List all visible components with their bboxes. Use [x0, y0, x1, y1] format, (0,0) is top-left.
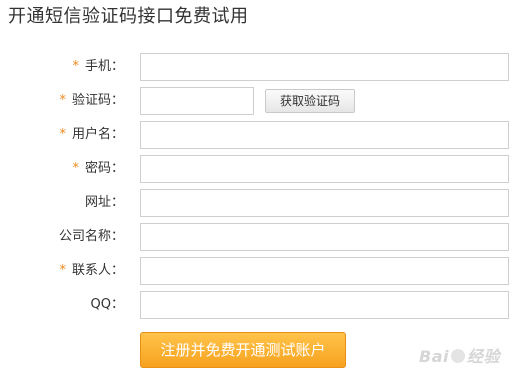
required-mark: *: [59, 263, 66, 278]
baidu-jingyan-watermark: Bai 经验: [419, 347, 500, 366]
paw-icon: [450, 349, 465, 363]
registration-page: 开通短信验证码接口免费试用 * 手机： * 验证码： 获取验证码 * 用户名： * 密码…: [0, 0, 522, 383]
required-mark: *: [72, 59, 79, 74]
contact-input[interactable]: [140, 257, 509, 285]
contact-row: * 联系人：: [0, 257, 522, 285]
captcha-row: * 验证码： 获取验证码: [0, 87, 522, 115]
website-row: 网址：: [0, 189, 522, 217]
page-title: 开通短信验证码接口免费试用: [8, 6, 249, 27]
required-mark: *: [59, 93, 66, 108]
contact-label: * 联系人：: [59, 263, 124, 278]
website-input[interactable]: [140, 189, 509, 217]
captcha-label: * 验证码：: [59, 93, 124, 108]
mobile-input[interactable]: [140, 53, 509, 81]
website-label: 网址：: [84, 195, 124, 210]
required-mark: *: [72, 161, 79, 176]
mobile-row: * 手机：: [0, 53, 522, 81]
qq-label: QQ：: [90, 297, 124, 312]
company-label: 公司名称：: [58, 229, 124, 244]
mobile-label: * 手机：: [72, 59, 124, 74]
qq-row: QQ：: [0, 291, 522, 319]
username-input[interactable]: [140, 121, 509, 149]
required-mark: *: [59, 127, 66, 142]
password-label: * 密码：: [72, 161, 124, 176]
password-row: * 密码：: [0, 155, 522, 183]
captcha-input[interactable]: [140, 87, 254, 115]
username-row: * 用户名：: [0, 121, 522, 149]
company-input[interactable]: [140, 223, 509, 251]
qq-input[interactable]: [140, 291, 509, 319]
register-submit-button[interactable]: 注册并免费开通测试账户: [140, 332, 346, 368]
company-row: 公司名称：: [0, 223, 522, 251]
get-captcha-button[interactable]: 获取验证码: [265, 89, 355, 113]
password-input[interactable]: [140, 155, 509, 183]
username-label: * 用户名：: [59, 127, 124, 142]
